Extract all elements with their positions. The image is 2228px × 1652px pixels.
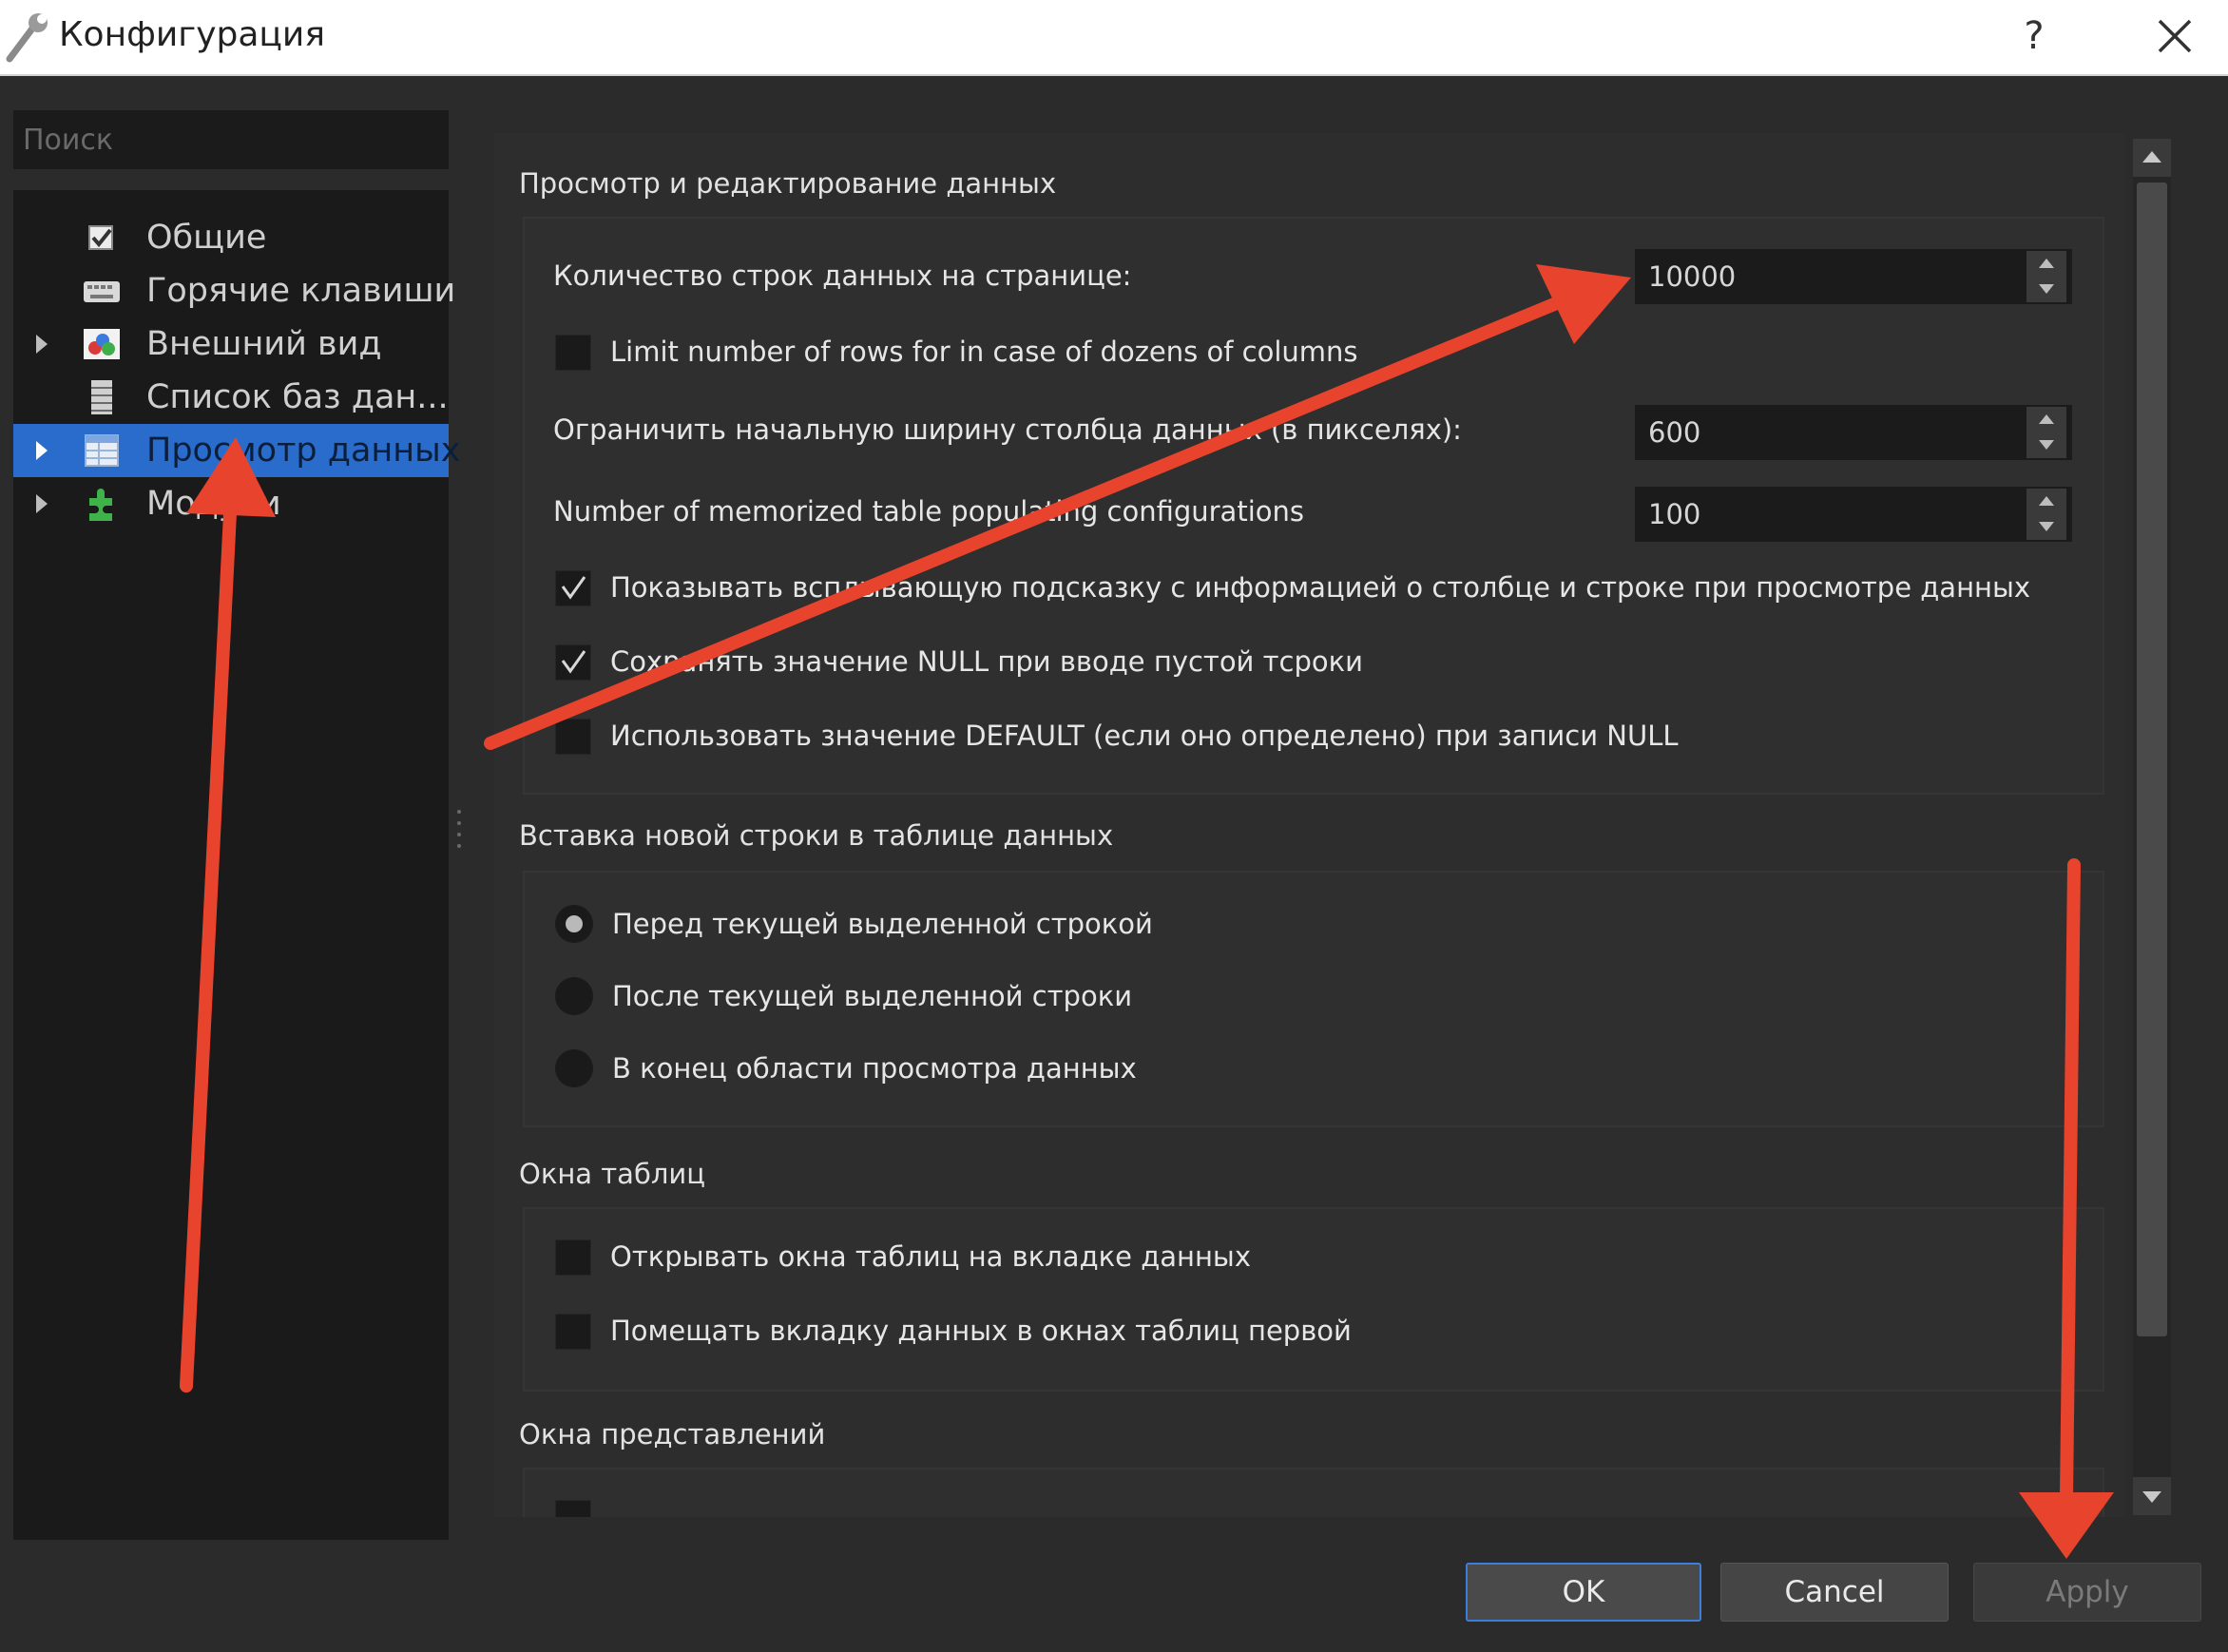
sidebar-item-hotkeys[interactable]: Горячие клавиши — [13, 264, 455, 317]
vertical-scrollbar[interactable] — [2133, 139, 2171, 1515]
rows-per-page-spinbox[interactable] — [1635, 249, 2072, 304]
insert-option-label: Перед текущей выделенной строкой — [612, 908, 1153, 940]
open-on-data-tab-label: Открывать окна таблиц на вкладке данных — [610, 1240, 1251, 1273]
group-frame-table-windows — [523, 1207, 2104, 1392]
sidebar-item-label: Внешний вид — [146, 325, 382, 363]
group-title-table-windows: Окна таблиц — [519, 1158, 705, 1190]
keyboard-icon — [84, 281, 120, 302]
checkbox-icon — [88, 225, 113, 250]
ok-button[interactable]: OK — [1466, 1563, 1701, 1622]
sidebar-item-label: Просмотр данных — [146, 432, 461, 470]
group-title-data-view: Просмотр и редактирование данных — [519, 167, 1057, 200]
apply-button[interactable]: Apply — [1973, 1563, 2201, 1622]
column-width-label: Ограничить начальную ширину столбца данн… — [553, 413, 1462, 446]
title-bar: Конфигурация ? — [0, 0, 2228, 76]
spin-down-icon[interactable] — [2026, 514, 2066, 540]
expand-arrow-icon[interactable] — [36, 441, 48, 460]
view-windows-checkbox[interactable] — [555, 1500, 591, 1517]
settings-tree: Общие Горячие клавиши Внешний вид Список… — [13, 190, 461, 1540]
cancel-button[interactable]: Cancel — [1720, 1563, 1949, 1622]
group-title-view-windows: Окна представлений — [519, 1418, 826, 1450]
data-tab-first-label: Помещать вкладку данных в окнах таблиц п… — [610, 1315, 1352, 1347]
insert-after-radio[interactable] — [555, 977, 593, 1015]
use-default-label: Использовать значение DEFAULT (если оно … — [610, 720, 1679, 752]
appearance-icon — [84, 329, 120, 359]
plugin-icon — [89, 489, 112, 521]
insert-end-radio[interactable] — [555, 1049, 593, 1087]
scroll-thumb[interactable] — [2137, 182, 2167, 1336]
memorized-configs-spinbox[interactable] — [1635, 487, 2072, 542]
open-on-data-tab-checkbox[interactable] — [555, 1239, 591, 1276]
scroll-up-icon[interactable] — [2133, 139, 2171, 177]
group-title-insert-row: Вставка новой строки в таблице данных — [519, 819, 1114, 852]
spin-buttons — [2026, 407, 2066, 458]
sidebar-item-label: Список баз дан... — [146, 378, 449, 416]
use-default-checkbox[interactable] — [555, 719, 591, 755]
spin-up-icon[interactable] — [2026, 407, 2066, 432]
spin-down-icon[interactable] — [2026, 277, 2066, 302]
scroll-down-icon[interactable] — [2133, 1477, 2171, 1515]
limit-rows-label: Limit number of rows for in case of doze… — [610, 336, 1358, 368]
expand-arrow-icon[interactable] — [36, 494, 48, 513]
spin-down-icon[interactable] — [2026, 432, 2066, 458]
column-width-spinbox[interactable] — [1635, 405, 2072, 460]
keep-null-checkbox[interactable] — [555, 644, 591, 681]
window-title: Конфигурация — [59, 15, 325, 54]
memorized-configs-label: Number of memorized table populating con… — [553, 495, 1304, 528]
sidebar-item-label: Горячие клавиши — [146, 272, 456, 310]
tooltip-checkbox[interactable] — [555, 570, 591, 606]
keep-null-label: Сохранять значение NULL при вводе пустой… — [610, 645, 1363, 678]
settings-content: Просмотр и редактирование данных Количес… — [494, 133, 2125, 1517]
spin-up-icon[interactable] — [2026, 489, 2066, 514]
splitter-handle[interactable] — [456, 806, 462, 859]
sidebar-item-general[interactable]: Общие — [13, 211, 449, 264]
data-view-icon — [85, 434, 119, 467]
help-button[interactable]: ? — [2011, 8, 2057, 65]
group-frame-view-windows — [523, 1468, 2104, 1517]
column-width-input[interactable] — [1635, 405, 2025, 460]
close-icon[interactable] — [2148, 10, 2201, 63]
rows-per-page-label: Количество строк данных на странице: — [553, 259, 1132, 292]
spin-up-icon[interactable] — [2026, 251, 2066, 277]
expand-arrow-icon[interactable] — [36, 335, 48, 354]
rows-per-page-input[interactable] — [1635, 249, 2025, 304]
checkmark-icon — [561, 650, 586, 674]
sidebar-item-data-view[interactable]: Просмотр данных — [13, 424, 461, 477]
wrench-icon — [6, 13, 48, 63]
sidebar-item-label: Общие — [146, 219, 267, 257]
tooltip-label: Показывать всплывающую подсказку с инфор… — [610, 571, 2031, 604]
checkmark-icon — [561, 576, 586, 600]
limit-rows-checkbox[interactable] — [555, 335, 591, 371]
data-tab-first-checkbox[interactable] — [555, 1314, 591, 1350]
sidebar-item-appearance[interactable]: Внешний вид — [13, 317, 449, 371]
database-list-icon — [91, 380, 112, 414]
spin-buttons — [2026, 489, 2066, 540]
sidebar-item-plugins[interactable]: Модули — [13, 477, 449, 530]
insert-option-label: После текущей выделенной строки — [612, 980, 1133, 1012]
sidebar-item-label: Модули — [146, 485, 281, 523]
memorized-configs-input[interactable] — [1635, 487, 2025, 542]
insert-option-label: В конец области просмотра данных — [612, 1052, 1137, 1085]
spin-buttons — [2026, 251, 2066, 302]
search-input[interactable] — [13, 110, 449, 169]
insert-before-radio[interactable] — [555, 905, 593, 943]
sidebar-item-database-list[interactable]: Список баз дан... — [13, 371, 449, 424]
